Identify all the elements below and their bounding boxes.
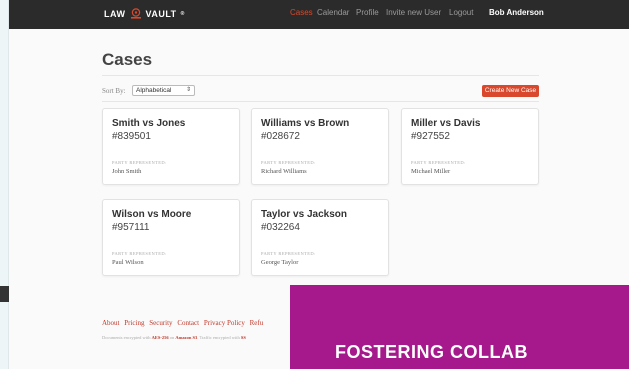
party-label: PARTY REPRESENTED: (411, 160, 466, 165)
party-name: John Smith (112, 168, 142, 175)
footer-note-aes[interactable]: AES-256 (152, 335, 169, 340)
party-name: Richard Williams (261, 168, 307, 175)
case-number: #028672 (261, 131, 300, 142)
footer-encryption-note: Documents encrypted with AES-256 on Amaz… (102, 335, 246, 340)
footer-link-pricing[interactable]: Pricing (124, 319, 144, 327)
case-name: Smith vs Jones (112, 118, 186, 129)
footer-note-s3[interactable]: Amazon S3 (175, 335, 197, 340)
case-card[interactable]: Wilson vs Moore #957111 PARTY REPRESENTE… (102, 199, 240, 276)
nav-logout[interactable]: Logout (449, 8, 473, 17)
case-number: #032264 (261, 222, 300, 233)
case-name: Miller vs Davis (411, 118, 481, 129)
party-name: Paul Wilson (112, 259, 144, 266)
nav-cases[interactable]: Cases (290, 8, 313, 17)
party-label: PARTY REPRESENTED: (112, 251, 167, 256)
promo-heading: FOSTERING COLLAB (335, 342, 528, 362)
case-number: #839501 (112, 131, 151, 142)
case-card[interactable]: Miller vs Davis #927552 PARTY REPRESENTE… (401, 108, 539, 185)
sort-select[interactable]: Alphabetical ⇕ (132, 85, 195, 96)
create-new-case-button[interactable]: Create New Case (482, 85, 539, 97)
case-number: #927552 (411, 131, 450, 142)
toolbar-divider (102, 101, 539, 102)
case-card[interactable]: Williams vs Brown #028672 PARTY REPRESEN… (251, 108, 389, 185)
left-edge-marker (0, 286, 9, 302)
page-title: Cases (102, 50, 153, 69)
footer-link-about[interactable]: About (102, 319, 120, 327)
main-nav: Cases Calendar Profile Invite new User L… (9, 8, 629, 22)
nav-calendar[interactable]: Calendar (317, 8, 349, 17)
case-card[interactable]: Smith vs Jones #839501 PARTY REPRESENTED… (102, 108, 240, 185)
sort-label: Sort By: (102, 87, 126, 95)
footer-note-text: Documents encrypted with (102, 335, 152, 340)
party-label: PARTY REPRESENTED: (112, 160, 167, 165)
party-name: George Taylor (261, 259, 299, 266)
sort-select-value: Alphabetical (136, 87, 172, 94)
footer-link-refund[interactable]: Refu (250, 319, 264, 327)
case-name: Taylor vs Jackson (261, 209, 347, 220)
title-divider (102, 75, 539, 76)
footer-links: About Pricing Security Contact Privacy P… (102, 319, 266, 327)
user-name-link[interactable]: Bob Anderson (489, 8, 544, 17)
top-navigation-bar: LAW VAULT ® Cases Calendar Profile Invite… (9, 0, 629, 29)
footer-link-security[interactable]: Security (149, 319, 172, 327)
case-name: Williams vs Brown (261, 118, 350, 129)
party-label: PARTY REPRESENTED: (261, 251, 316, 256)
footer-link-privacy-policy[interactable]: Privacy Policy (204, 319, 245, 327)
case-name: Wilson vs Moore (112, 209, 192, 220)
select-arrows-icon: ⇕ (185, 87, 191, 93)
nav-invite-new-user[interactable]: Invite new User (386, 8, 441, 17)
footer-note-text: . Traffic encrypted with (197, 335, 241, 340)
case-card[interactable]: Taylor vs Jackson #032264 PARTY REPRESEN… (251, 199, 389, 276)
promo-banner: FOSTERING COLLAB (290, 285, 629, 369)
nav-profile[interactable]: Profile (356, 8, 379, 17)
footer-link-contact[interactable]: Contact (177, 319, 199, 327)
footer-note-ssl[interactable]: SS (241, 335, 246, 340)
party-name: Michael Miller (411, 168, 451, 175)
party-label: PARTY REPRESENTED: (261, 160, 316, 165)
left-edge-strip (0, 0, 9, 369)
case-number: #957111 (112, 222, 150, 233)
